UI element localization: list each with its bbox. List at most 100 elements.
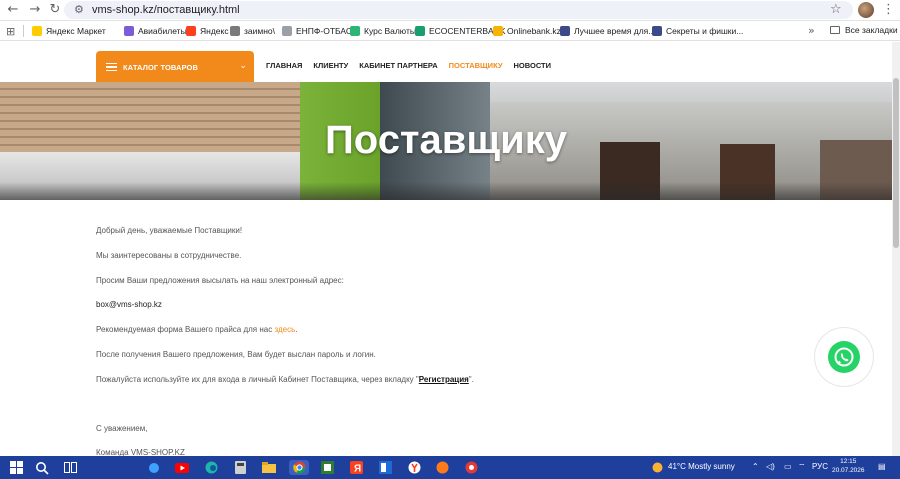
bookmark-item[interactable]: ЕНПФ-ОТБАСЫ	[282, 24, 360, 38]
windows-start-icon[interactable]	[8, 460, 24, 475]
more-bookmarks-icon[interactable]: »	[808, 24, 815, 37]
youtube-icon[interactable]	[174, 460, 190, 475]
bookmarks-separator	[23, 25, 24, 37]
bookmark-item[interactable]: Яндекс Маркет	[32, 24, 106, 38]
scrollbar-thumb[interactable]	[893, 78, 899, 248]
bookmark-favicon-icon	[186, 26, 196, 36]
bookmark-favicon-icon	[493, 26, 503, 36]
nav-client[interactable]: КЛИЕНТУ	[313, 61, 348, 70]
regards-text: С уважением,	[96, 424, 148, 433]
weather-text[interactable]: 41°C Mostly sunny	[668, 462, 735, 471]
weather-icon[interactable]	[650, 460, 664, 475]
bookmark-item[interactable]: Секреты и фишки...	[652, 24, 743, 38]
whatsapp-button[interactable]	[815, 328, 873, 386]
hero-floor	[0, 182, 892, 200]
network-icon[interactable]: ⌔	[798, 462, 806, 472]
price-form-link[interactable]: здесь	[274, 325, 295, 334]
bookmark-label: Секреты и фишки...	[666, 26, 744, 36]
bookmark-label: Авиабилеты	[138, 26, 187, 36]
folder-icon	[830, 26, 840, 34]
bookmark-item[interactable]: заимно\	[230, 24, 275, 38]
battery-icon[interactable]: ▭	[784, 462, 792, 471]
clock[interactable]: 12:15 20.07.2026	[832, 457, 865, 475]
taskbar-app-icon[interactable]	[377, 460, 393, 475]
bookmark-label: заимно\	[244, 26, 275, 36]
file-explorer-icon[interactable]	[261, 460, 277, 475]
bookmark-item[interactable]: Лучшее время для...	[560, 24, 655, 38]
search-icon[interactable]	[34, 460, 50, 475]
task-view-icon[interactable]	[62, 460, 78, 475]
taskbar-app-icon[interactable]	[146, 460, 162, 475]
yandex-browser-icon[interactable]	[406, 460, 422, 475]
all-bookmarks-label: Все закладки	[845, 25, 898, 35]
taskbar-app-icon[interactable]	[319, 460, 335, 475]
notifications-icon[interactable]: ▤	[878, 462, 886, 471]
apps-grid-icon[interactable]: ⊞	[6, 25, 15, 38]
address-bar[interactable]: ⚙ vms-shop.kz/поставщику.html	[64, 1, 853, 19]
bookmark-favicon-icon	[560, 26, 570, 36]
taskbar: Я 41°C Mostly sunny ⌃ ◁) ▭ ⌔ РУС 12:15 2…	[0, 456, 900, 479]
price-form-suffix: .	[295, 325, 298, 334]
nav-news[interactable]: НОВОСТИ	[514, 61, 552, 70]
chevron-down-icon: ⌄	[239, 61, 247, 71]
nav-partner-cabinet[interactable]: КАБИНЕТ ПАРТНЕРА	[359, 61, 437, 70]
bookmark-label: Курс Валюты	[364, 26, 416, 36]
whatsapp-icon	[828, 341, 860, 373]
page-title: Поставщику	[325, 118, 567, 162]
bookmark-label: Яндекс	[200, 26, 229, 36]
interest-text: Мы заинтересованы в сотрудничестве.	[96, 251, 242, 260]
bookmark-star-icon[interactable]: ☆	[830, 2, 842, 17]
bookmark-label: Onlinebank.kz	[507, 26, 561, 36]
calculator-icon[interactable]	[232, 460, 248, 475]
site-info-icon[interactable]: ⚙	[74, 3, 84, 16]
clock-date: 20.07.2026	[832, 467, 865, 474]
bookmark-item[interactable]: Авиабилеты	[124, 24, 187, 38]
yandex-icon[interactable]: Я	[348, 460, 364, 475]
bookmark-favicon-icon	[652, 26, 662, 36]
greeting-text: Добрый день, уважаемые Поставщики!	[96, 226, 243, 235]
bookmarks-bar: ⊞ Яндекс Маркет Авиабилеты Яндекс заимно…	[0, 21, 900, 41]
forward-arrow-icon[interactable]: →	[28, 3, 42, 17]
price-form-text: Рекомендуемая форма Вашего прайса для на…	[96, 325, 275, 334]
bookmark-item[interactable]: Onlinebank.kz	[493, 24, 561, 38]
bookmark-item[interactable]: Курс Валюты	[350, 24, 416, 38]
login-suffix: ".	[468, 375, 474, 384]
bookmark-item[interactable]: ECOCENTERBANK	[415, 24, 506, 38]
volume-icon[interactable]: ◁)	[766, 462, 775, 471]
hero-banner: Поставщику	[0, 82, 892, 200]
request-text: Просим Ваши предложения высылать на наш …	[96, 276, 344, 285]
nav-supplier[interactable]: ПОСТАВЩИКУ	[449, 61, 503, 70]
price-form-line: Рекомендуемая форма Вашего прайса для на…	[96, 325, 297, 334]
page-scrollbar[interactable]	[892, 42, 900, 456]
supplier-email[interactable]: box@vms-shop.kz	[96, 300, 162, 309]
catalog-button[interactable]: КАТАЛОГ ТОВАРОВ ⌄	[96, 51, 254, 83]
login-text: Пожалуйста используйте их для входа в ли…	[96, 375, 419, 384]
tray-chevron-up-icon[interactable]: ⌃	[752, 462, 759, 471]
browser-toolbar: ← → ↻ ⚙ vms-shop.kz/поставщику.html ☆ ⋮	[0, 0, 900, 21]
clock-time: 12:15	[840, 458, 857, 465]
nav-home[interactable]: ГЛАВНАЯ	[266, 61, 302, 70]
catalog-label: КАТАЛОГ ТОВАРОВ	[123, 62, 199, 72]
bookmark-favicon-icon	[230, 26, 240, 36]
web-page: КАТАЛОГ ТОВАРОВ ⌄ ГЛАВНАЯ КЛИЕНТУ КАБИНЕ…	[0, 42, 892, 456]
bookmark-favicon-icon	[282, 26, 292, 36]
bookmark-item[interactable]: Яндекс	[186, 24, 229, 38]
taskbar-app-icon[interactable]	[463, 460, 479, 475]
profile-avatar[interactable]	[858, 2, 874, 18]
bookmark-label: Лучшее время для...	[574, 26, 656, 36]
hamburger-icon	[106, 61, 117, 74]
input-language[interactable]: РУС	[812, 462, 828, 471]
all-bookmarks-button[interactable]: Все закладки	[830, 25, 898, 35]
registration-link[interactable]: Регистрация	[419, 375, 469, 384]
reload-icon[interactable]: ↻	[48, 3, 62, 17]
login-line: Пожалуйста используйте их для входа в ли…	[96, 375, 474, 384]
bookmark-favicon-icon	[124, 26, 134, 36]
edge-icon[interactable]	[203, 460, 219, 475]
chrome-icon[interactable]	[289, 460, 309, 475]
svg-text:Я: Я	[354, 464, 361, 475]
browser-menu-icon[interactable]: ⋮	[882, 2, 895, 17]
main-nav: ГЛАВНАЯ КЛИЕНТУ КАБИНЕТ ПАРТНЕРА ПОСТАВЩ…	[266, 61, 562, 70]
team-text: Команда VMS-SHOP.KZ	[96, 448, 185, 456]
taskbar-app-icon[interactable]	[434, 460, 450, 475]
back-arrow-icon[interactable]: ←	[6, 3, 20, 17]
